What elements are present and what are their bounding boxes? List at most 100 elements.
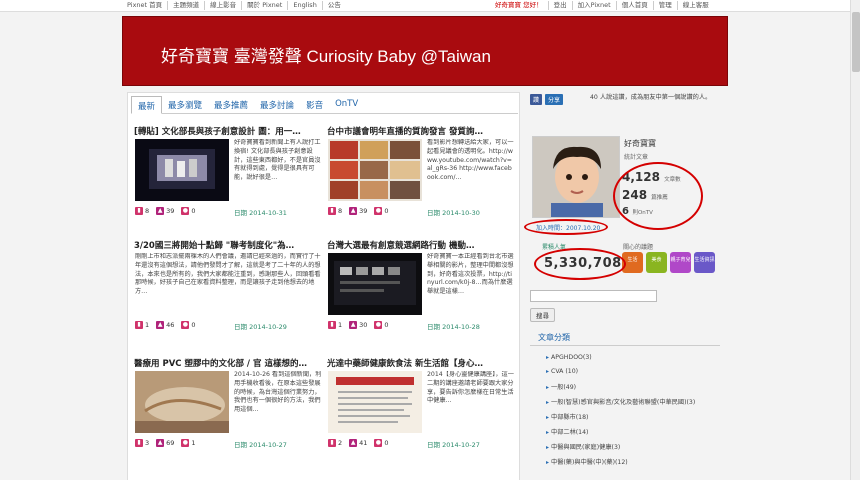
share-text: 40 人說這讚，成為朋友中第一個說讚的人。 — [590, 94, 712, 101]
comments-icon: ● — [181, 207, 190, 215]
comments-icon: ● — [374, 321, 383, 329]
tab-video[interactable]: 影音 — [300, 96, 329, 114]
stats-label: 統計文章 — [624, 154, 649, 161]
likes-icon: ▲ — [156, 207, 165, 215]
post-title[interactable]: 光達中藥師健康飲食法 新生活館【身心… — [327, 357, 515, 369]
join-link[interactable]: 加入Pixnet — [573, 1, 617, 10]
views-icon: ▮ — [135, 439, 143, 447]
post-meta: ▮ 1 ▲ 30 ● 0 — [328, 321, 394, 329]
post-meta: ▮ 1 ▲ 46 ● 0 — [135, 321, 201, 329]
views-count: 1 — [338, 321, 343, 329]
comments-count: 0 — [191, 207, 196, 215]
top-nav-link[interactable]: 公告 — [323, 1, 346, 10]
category-item[interactable]: 一般(49) — [546, 382, 576, 391]
category-item[interactable]: CVA (10) — [546, 368, 578, 375]
post-card: 台中市議會明年直播的質詢發言 發質詢… 看到影片想轉送給大家，可以一起看見議會的… — [327, 125, 515, 237]
search-input[interactable] — [530, 290, 657, 302]
views-count: 3 — [145, 439, 150, 447]
views-icon: ▮ — [135, 207, 143, 215]
post-thumbnail[interactable] — [135, 139, 229, 201]
comments-count: 0 — [384, 321, 389, 329]
top-nav-link[interactable]: 線上影音 — [205, 1, 243, 10]
annotation-circle — [524, 219, 608, 235]
avatar[interactable] — [532, 136, 620, 218]
post-title[interactable]: [轉貼] 文化部長與孩子創意設計 圖：用一… — [134, 125, 322, 137]
top-nav-link[interactable]: 主題頻道 — [168, 1, 206, 10]
topic-badge-food[interactable]: 美食 — [646, 252, 667, 273]
profile-name[interactable]: 好奇寶寶 — [624, 138, 656, 149]
likes-icon: ▲ — [349, 439, 358, 447]
post-thumbnail[interactable] — [328, 371, 422, 433]
category-item[interactable]: 中醫與國民(家庭)健康(3) — [546, 442, 620, 451]
categories-title: 文章分類 — [530, 332, 720, 346]
thumbnail-image — [328, 253, 422, 315]
category-item[interactable]: 中醫(藥)與中醫(中)(藥)(12) — [546, 457, 628, 466]
scrollbar-thumb[interactable] — [852, 12, 860, 72]
top-nav-right: 好奇寶寶 您好！ 登出 加入Pixnet 個人首頁 管理 線上客服 — [490, 1, 714, 10]
support-link[interactable]: 線上客服 — [678, 1, 714, 10]
thumbnail-image — [135, 371, 229, 433]
post-date: 日期 2014-10-30 — [427, 209, 480, 217]
post-thumbnail[interactable] — [135, 371, 229, 433]
post-title[interactable]: 台中市議會明年直播的質詢發言 發質詢… — [327, 125, 515, 137]
post-meta: ▮ 8 ▲ 39 ● 0 — [135, 207, 201, 215]
post-date: 日期 2014-10-27 — [427, 441, 480, 449]
page-scrollbar[interactable] — [850, 0, 860, 480]
post-tabs: 最新 最多瀏覽 最多推薦 最多討論 影音 OnTV — [131, 96, 518, 114]
share-buttons: 讚 分享 — [530, 94, 564, 105]
category-item[interactable]: 中部縣市(18) — [546, 412, 588, 421]
blog-title[interactable]: 好奇寶寶 臺灣發聲 Curiosity Baby @Taiwan — [161, 42, 491, 67]
logout-link[interactable]: 登出 — [549, 1, 573, 10]
post-card: 醫療用 PVC 塑膠中的文化部 / 官 這樣想的… 2014-10-26 看到這… — [134, 357, 322, 469]
views-icon: ▮ — [328, 439, 336, 447]
sidebar: 讚 分享 40 人說這讚，成為朋友中第一個說讚的人。 好奇寶寶 統計文章 4,1… — [524, 92, 724, 480]
post-excerpt: 2014【身心靈健康講座】，這一二期的講座邀請老師要跟大家分享，要告訴你怎麼樣在… — [427, 371, 514, 405]
comments-count: 0 — [191, 321, 196, 329]
post-thumbnail[interactable] — [328, 139, 422, 201]
user-greeting-link[interactable]: 好奇寶寶 您好！ — [490, 1, 549, 10]
top-nav-link[interactable]: English — [288, 1, 323, 10]
comments-count: 0 — [384, 207, 389, 215]
tab-most-discussed[interactable]: 最多討論 — [254, 96, 300, 114]
views-icon: ▮ — [135, 321, 143, 329]
tab-latest[interactable]: 最新 — [131, 96, 163, 114]
views-count: 2 — [338, 439, 343, 447]
post-excerpt: 2014-10-26 看到這個新聞，利用手機收看後，在原本這些發展的時候，為台灣… — [234, 371, 322, 414]
top-nav-link[interactable]: 關於 Pixnet — [242, 1, 289, 10]
likes-icon: ▲ — [156, 321, 165, 329]
likes-icon: ▲ — [156, 439, 165, 447]
category-item[interactable]: 中部二林(14) — [546, 427, 588, 436]
likes-count: 46 — [166, 321, 175, 329]
topic-badge-parenting[interactable]: 親子育兒 — [670, 252, 691, 273]
annotation-circle — [534, 248, 626, 280]
post-title[interactable]: 3/20國三將開始十點歸 "聯考制度化"為… — [134, 239, 322, 251]
manage-link[interactable]: 管理 — [654, 1, 678, 10]
category-item[interactable]: APGHDOO(3) — [546, 354, 592, 361]
post-excerpt: 好奇寶寶看到新聞上有人說打工換宿! 文化部長與孩子創意設計，這些東西都好，不是官… — [234, 139, 321, 182]
likes-count: 41 — [359, 439, 368, 447]
post-meta: ▮ 2 ▲ 41 ● 0 — [328, 439, 394, 447]
topic-badge-info[interactable]: 生活資訊 — [694, 252, 715, 273]
post-list-panel: 最新 最多瀏覽 最多推薦 最多討論 影音 OnTV [轉貼] 文化部長與孩子創意… — [127, 92, 520, 480]
tab-most-recommended[interactable]: 最多推薦 — [208, 96, 254, 114]
post-date: 日期 2014-10-28 — [427, 323, 480, 331]
personal-home-link[interactable]: 個人首頁 — [617, 1, 654, 10]
category-item[interactable]: 一般(智慧)感官與影音/文化及藝術聯盟(中華民國)(3) — [546, 397, 695, 406]
fb-like-button[interactable]: 讚 — [530, 94, 543, 105]
tab-ontv[interactable]: OnTV — [329, 96, 364, 114]
comments-icon: ● — [374, 439, 383, 447]
search-button[interactable]: 搜尋 — [530, 308, 555, 322]
post-date: 日期 2014-10-27 — [234, 441, 287, 449]
topics-label: 關心的議題 — [623, 244, 654, 251]
annotation-circle — [613, 162, 703, 230]
tab-most-viewed[interactable]: 最多瀏覽 — [162, 96, 208, 114]
post-thumbnail[interactable] — [328, 253, 422, 315]
comments-icon: ● — [181, 321, 190, 329]
share-button[interactable]: 分享 — [545, 94, 564, 105]
post-title[interactable]: 台灣大選最有創意競選網路行動 機動… — [327, 239, 515, 251]
post-title[interactable]: 醫療用 PVC 塑膠中的文化部 / 官 這樣想的… — [134, 357, 322, 369]
top-nav-left: Pixnet 首頁 主題頻道 線上影音 關於 Pixnet English 公告 — [122, 1, 346, 10]
top-nav-link[interactable]: Pixnet 首頁 — [122, 1, 169, 10]
blog-banner: 好奇寶寶 臺灣發聲 Curiosity Baby @Taiwan — [122, 16, 728, 86]
post-card: [轉貼] 文化部長與孩子創意設計 圖：用一… 好奇寶寶看到新聞上有人說打工換宿!… — [134, 125, 322, 237]
